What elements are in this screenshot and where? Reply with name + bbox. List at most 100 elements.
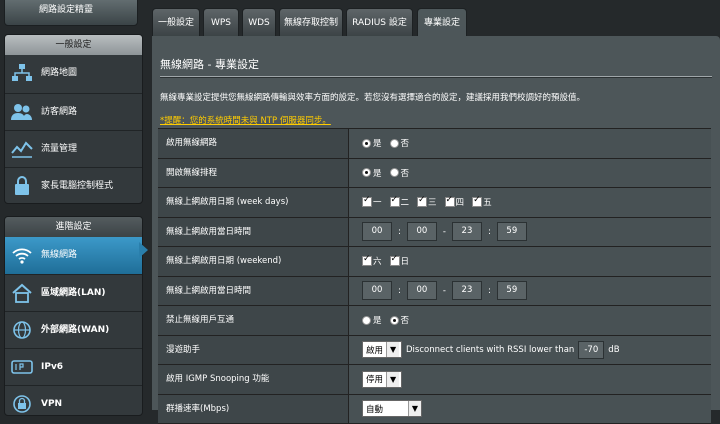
row-label-weekday-time: 無線上網啟用當日時間 bbox=[158, 218, 349, 247]
main-content: 無線網路 - 專業設定 無線專業設定提供您無線網路傳輸與效率方面的設定。若您沒有… bbox=[152, 36, 720, 410]
sidebar: 網路設定精靈 一般設定 網路地圖 訪客網路 流量管理 bbox=[0, 0, 150, 410]
sidebar-item-traffic-manager[interactable]: 流量管理 bbox=[5, 130, 142, 167]
page-title: 無線網路 - 專業設定 bbox=[160, 56, 259, 72]
select-value: 啟用 bbox=[363, 344, 386, 356]
vpn-icon bbox=[11, 394, 33, 414]
parental-control-icon bbox=[11, 176, 33, 196]
weekday-checkbox-tue[interactable] bbox=[390, 197, 400, 207]
radio-label: 否 bbox=[401, 167, 410, 179]
sidebar-item-ipv6[interactable]: IPv6 bbox=[5, 348, 142, 385]
sidebar-item-vpn[interactable]: VPN bbox=[5, 385, 142, 422]
tab-professional[interactable]: 專業設定 bbox=[417, 8, 467, 36]
weekday-checkbox-mon[interactable] bbox=[362, 197, 372, 207]
day-label: 三 bbox=[428, 196, 437, 208]
weekend-end-hour-input[interactable]: 23 bbox=[452, 281, 482, 300]
time-dash: - bbox=[443, 227, 446, 237]
tab-access-control[interactable]: 無線存取控制 bbox=[279, 8, 343, 36]
sidebar-item-label: 區域網路(LAN) bbox=[41, 288, 105, 298]
day-label: 日 bbox=[401, 255, 410, 267]
table-row: 無線上網啟用日期 (weekend) 六 日 bbox=[158, 247, 711, 277]
row-label-isolation: 禁止無線用戶互通 bbox=[158, 306, 349, 335]
tab-label: 無線存取控制 bbox=[284, 18, 338, 28]
time-colon: : bbox=[488, 227, 491, 237]
row-label-igmp: 啟用 IGMP Snooping 功能 bbox=[158, 365, 349, 394]
weekend-checkbox-sat[interactable] bbox=[362, 256, 372, 266]
table-row: 啟用 IGMP Snooping 功能 停用 ▼ bbox=[158, 365, 711, 395]
tab-radius[interactable]: RADIUS 設定 bbox=[346, 8, 413, 36]
weekday-start-hour-input[interactable]: 00 bbox=[362, 222, 392, 241]
enable-radio-yes[interactable] bbox=[362, 139, 371, 148]
general-header: 一般設定 bbox=[5, 35, 142, 55]
ntp-warning-link[interactable]: *提醒：您的系統時間未與 NTP 伺服器同步。 bbox=[160, 114, 331, 126]
row-label-roaming: 漫遊助手 bbox=[158, 336, 349, 365]
time-colon: : bbox=[398, 227, 401, 237]
title-divider bbox=[160, 76, 712, 77]
weekend-end-minute-input[interactable]: 59 bbox=[497, 281, 527, 300]
tab-label: RADIUS 設定 bbox=[352, 18, 407, 28]
quick-setup-label: 網路設定精靈 bbox=[39, 5, 93, 15]
schedule-no[interactable] bbox=[390, 168, 399, 177]
weekend-start-hour-input[interactable]: 00 bbox=[362, 281, 392, 300]
day-label: 五 bbox=[483, 196, 492, 208]
lan-icon bbox=[11, 283, 33, 303]
page-description: 無線專業設定提供您無線網路傳輸與效率方面的設定。若您沒有選擇適合的設定，建議採用… bbox=[160, 91, 585, 103]
select-value: 停用 bbox=[363, 373, 386, 385]
row-label-weekdays: 無線上網啟用日期 (week days) bbox=[158, 188, 349, 217]
isolation-yes[interactable] bbox=[362, 316, 371, 325]
sidebar-item-label: 無線網路 bbox=[41, 250, 77, 260]
sidebar-item-lan[interactable]: 區域網路(LAN) bbox=[5, 274, 142, 311]
sidebar-item-wireless[interactable]: 無線網路 bbox=[5, 237, 142, 274]
quick-setup-button[interactable]: 網路設定精靈 bbox=[4, 0, 138, 26]
day-label: 六 bbox=[373, 255, 382, 267]
tab-label: WDS bbox=[248, 18, 270, 28]
weekday-start-minute-input[interactable]: 00 bbox=[407, 222, 437, 241]
sidebar-item-network-map[interactable]: 網路地圖 bbox=[5, 55, 142, 93]
tab-wps[interactable]: WPS bbox=[203, 8, 239, 36]
table-row: 群播速率(Mbps) 自動 ▼ bbox=[158, 395, 711, 424]
row-label-weekend-time: 無線上網啟用當日時間 bbox=[158, 277, 349, 306]
weekday-end-hour-input[interactable]: 23 bbox=[452, 222, 482, 241]
sidebar-item-label: 訪客網路 bbox=[41, 107, 77, 117]
table-row: 漫遊助手 啟用 ▼ Disconnect clients with RSSI l… bbox=[158, 336, 711, 366]
table-row: 無線上網啟用日期 (week days) 一 二 三 四 五 bbox=[158, 188, 711, 218]
weekday-checkbox-fri[interactable] bbox=[472, 197, 482, 207]
multicast-rate-select[interactable]: 自動 ▼ bbox=[362, 400, 422, 417]
weekend-checkbox-sun[interactable] bbox=[390, 256, 400, 266]
weekday-checkbox-thu[interactable] bbox=[445, 197, 455, 207]
weekday-checkbox-wed[interactable] bbox=[417, 197, 427, 207]
schedule-yes[interactable] bbox=[362, 168, 371, 177]
roaming-rssi-text: Disconnect clients with RSSI lower than bbox=[406, 345, 574, 355]
weekday-end-minute-input[interactable]: 59 bbox=[497, 222, 527, 241]
day-label: 一 bbox=[373, 196, 382, 208]
enable-radio-no[interactable] bbox=[390, 139, 399, 148]
weekend-start-minute-input[interactable]: 00 bbox=[407, 281, 437, 300]
roaming-select[interactable]: 啟用 ▼ bbox=[362, 341, 402, 358]
row-label-enable-radio: 啟用無線網路 bbox=[158, 129, 349, 158]
radio-label: 否 bbox=[401, 137, 410, 149]
radio-label: 是 bbox=[373, 314, 382, 326]
sidebar-item-parental-control[interactable]: 家長電腦控制程式 bbox=[5, 167, 142, 204]
igmp-select[interactable]: 停用 ▼ bbox=[362, 371, 402, 388]
day-label: 二 bbox=[401, 196, 410, 208]
sidebar-item-label: VPN bbox=[41, 399, 62, 409]
day-label: 四 bbox=[456, 196, 465, 208]
sidebar-item-label: IPv6 bbox=[41, 362, 63, 372]
sidebar-item-guest-network[interactable]: 訪客網路 bbox=[5, 93, 142, 130]
rssi-threshold-input[interactable]: -70 bbox=[578, 341, 604, 359]
radio-label: 是 bbox=[373, 167, 382, 179]
isolation-no[interactable] bbox=[390, 316, 399, 325]
sidebar-item-label: 家長電腦控制程式 bbox=[41, 181, 113, 191]
tab-general[interactable]: 一般設定 bbox=[152, 8, 200, 36]
sidebar-item-wan[interactable]: 外部網路(WAN) bbox=[5, 311, 142, 348]
time-colon: : bbox=[398, 286, 401, 296]
tab-wds[interactable]: WDS bbox=[242, 8, 276, 36]
sidebar-item-label: 網路地圖 bbox=[41, 68, 77, 78]
table-row: 開啟無線排程 是 否 bbox=[158, 159, 711, 189]
row-label-schedule: 開啟無線排程 bbox=[158, 159, 349, 188]
tab-label: 一般設定 bbox=[158, 18, 194, 28]
table-row: 禁止無線用戶互通 是 否 bbox=[158, 306, 711, 336]
ipv6-icon bbox=[11, 357, 33, 377]
row-label-weekend: 無線上網啟用日期 (weekend) bbox=[158, 247, 349, 276]
table-row: 無線上網啟用當日時間 00 : 00 - 23 : 59 bbox=[158, 277, 711, 307]
table-row: 啟用無線網路 是 否 bbox=[158, 129, 711, 159]
